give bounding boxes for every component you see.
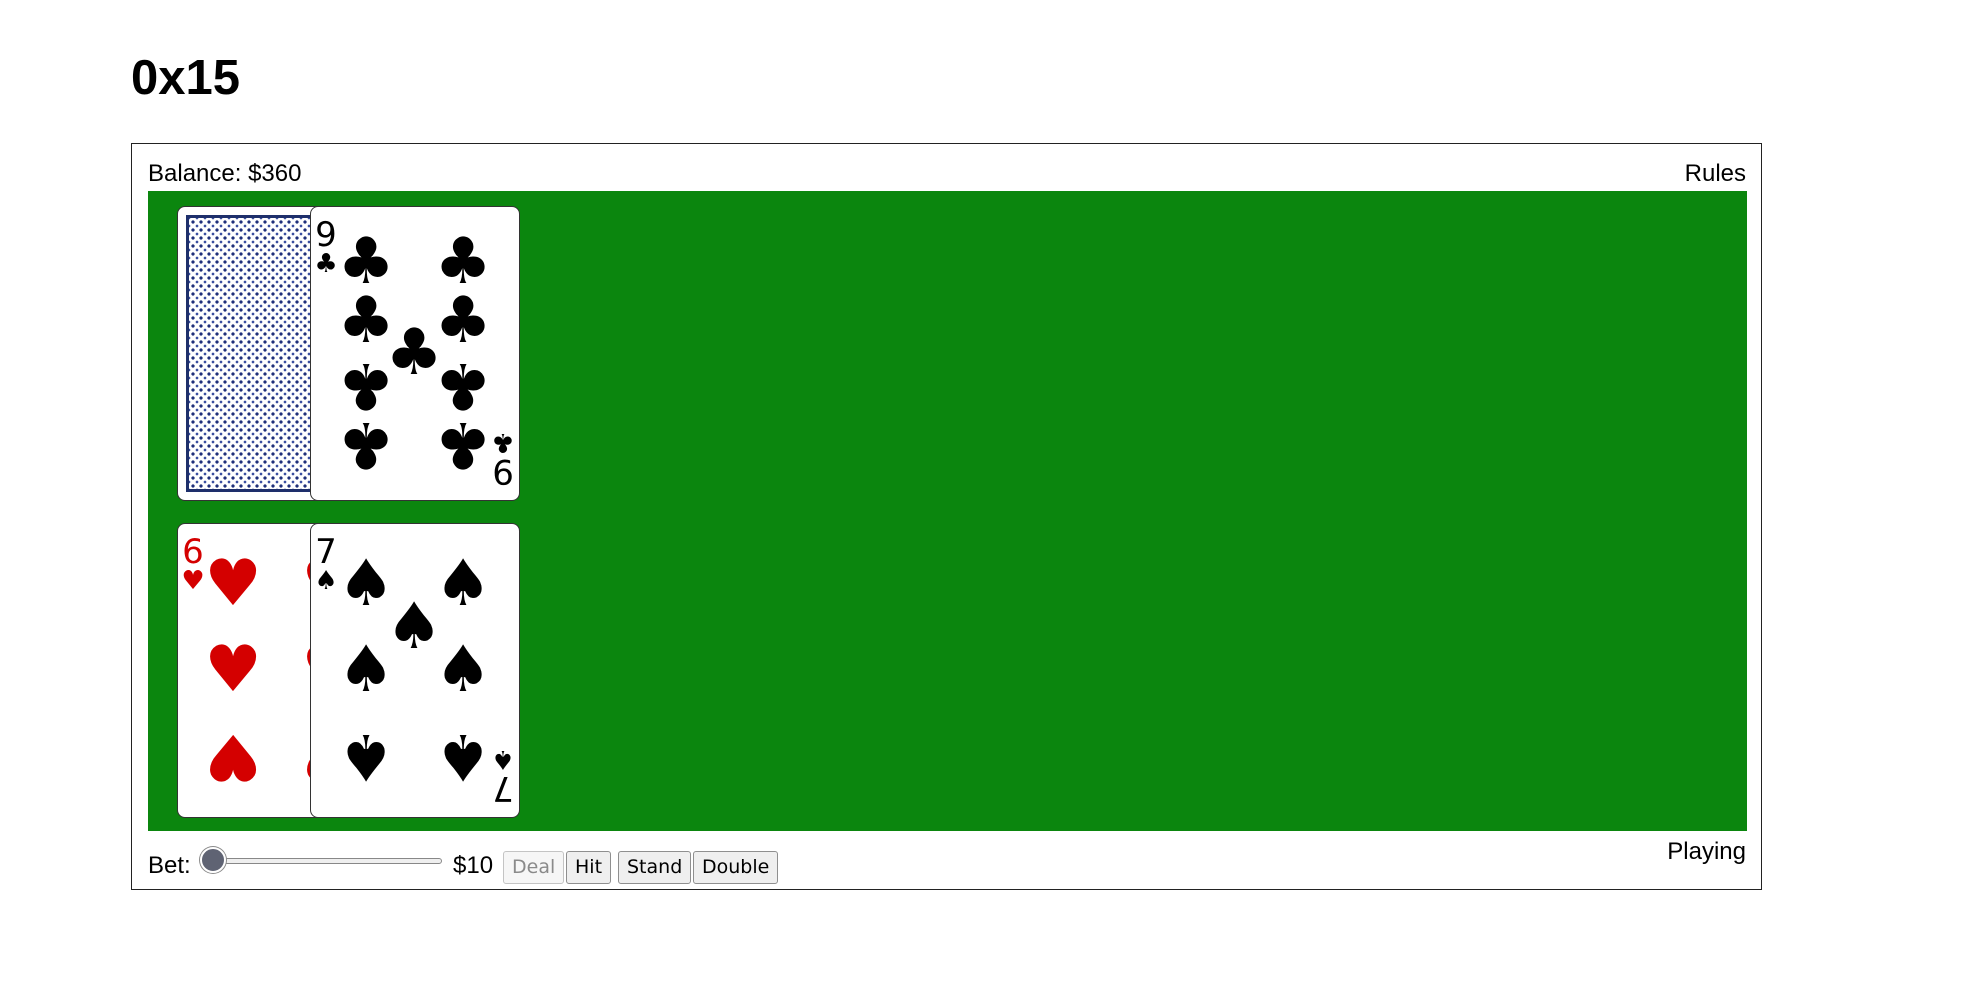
card-suit-icon: ♣ (491, 427, 514, 457)
clubs-pip-icon: ♣ (337, 407, 394, 481)
card-suit-icon: ♠ (314, 566, 337, 596)
dealer-card-9-clubs: 9 ♣ 9 ♣ ♣ ♣ ♣ ♣ ♣ ♣ ♣ ♣ ♣ (310, 206, 520, 501)
game-frame: Balance: $360 Rules 9♣9♣♣♣♣♣♣♣♣♣♣ 6♥6♥♥♥… (131, 143, 1762, 890)
card-table: 9♣9♣♣♣♣♣♣♣♣♣♣ 6♥6♥♥♥♥♥♥♥ 7♠7♠♠♠♠♠♠♠♠ (148, 191, 1747, 831)
player-card-7-spades: 7 ♠ 7 ♠ ♠ ♠ ♠ ♠ ♠ ♠ ♠ (310, 523, 520, 818)
game-status: Playing (1667, 838, 1746, 865)
bet-amount: $10 (453, 852, 494, 879)
clubs-pip-icon: ♣ (434, 407, 491, 481)
balance-label: Balance: $360 (148, 160, 302, 187)
card-suit-icon: ♠ (491, 744, 514, 774)
double-button[interactable]: Double (693, 851, 779, 884)
bet-slider-track[interactable] (214, 858, 442, 864)
page-title: 0x15 (131, 51, 241, 105)
spades-pip-icon: ♠ (337, 633, 394, 707)
card-face: 7♠7♠♠ ♠♠♠ ♠♠ ♠ (314, 532, 514, 808)
spades-pip-icon: ♠ (337, 719, 394, 793)
spades-pip-icon: ♠ (434, 719, 491, 793)
spades-pip-icon: ♠ (434, 547, 491, 621)
deal-button[interactable]: Deal (503, 851, 565, 884)
card-face: 9♣9♣♣ ♣♣ ♣♣♣ ♣♣ ♣ (314, 215, 514, 491)
spades-pip-icon: ♠ (434, 633, 491, 707)
hit-button[interactable]: Hit (566, 851, 612, 884)
hearts-pip-icon: ♥ (204, 719, 261, 793)
rules-link[interactable]: Rules (1685, 159, 1746, 189)
hearts-pip-icon: ♥ (204, 633, 261, 707)
hearts-pip-icon: ♥ (204, 547, 261, 621)
bet-slider-thumb[interactable] (200, 847, 226, 873)
card-suit-icon: ♥ (181, 566, 204, 596)
bet-slider[interactable] (200, 847, 444, 873)
stand-button[interactable]: Stand (618, 851, 692, 884)
clubs-pip-icon: ♣ (434, 284, 491, 358)
card-suit-icon: ♣ (314, 249, 337, 279)
controls-bar: Bet: $10 Deal Hit Stand Double Playing (148, 837, 1746, 884)
bet-label: Bet: (148, 852, 191, 879)
